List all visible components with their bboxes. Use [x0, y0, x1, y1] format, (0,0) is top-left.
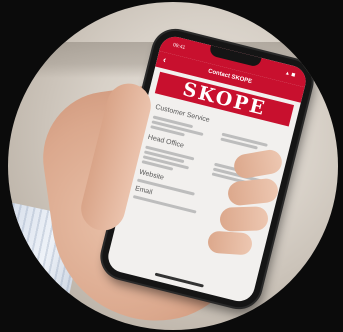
home-indicator	[154, 272, 204, 288]
finger	[219, 206, 269, 232]
back-arrow-icon[interactable]: ‹	[162, 54, 167, 64]
status-time: 09:41	[172, 42, 186, 52]
photo-frame: 09:41 ▲ ◼ ‹ Contact SKOPE SKOPE Customer…	[8, 2, 338, 330]
finger	[207, 230, 253, 256]
status-icons: ▲ ◼	[284, 70, 296, 79]
